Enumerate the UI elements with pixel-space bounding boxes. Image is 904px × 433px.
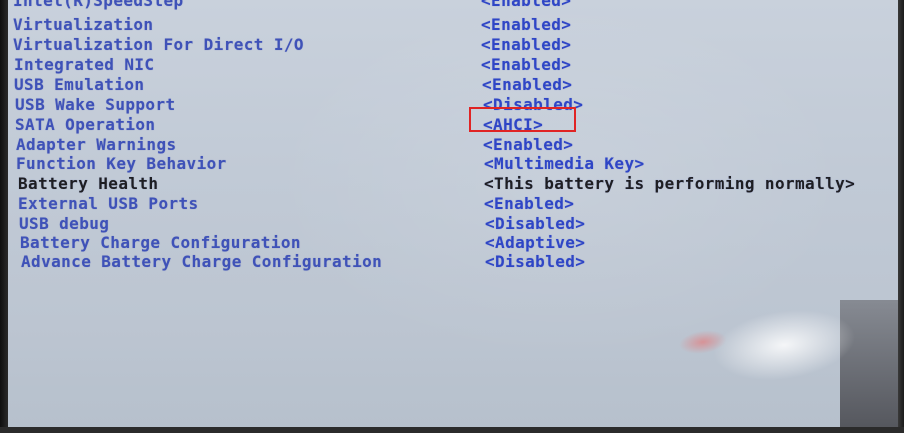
setting-row-battery-charge-configuration[interactable]: Battery Charge Configuration <Adaptive> xyxy=(0,233,904,253)
setting-value[interactable]: <Enabled> xyxy=(481,15,571,34)
setting-label: Virtualization For Direct I/O xyxy=(13,35,304,54)
setting-label: USB debug xyxy=(19,214,110,233)
setting-value[interactable]: <Enabled> xyxy=(481,35,571,54)
monitor-bezel-right xyxy=(898,0,904,433)
setting-label: Intel(R)SpeedStep xyxy=(13,0,184,10)
monitor-bezel-bottom xyxy=(0,427,904,433)
setting-row-usb-debug[interactable]: USB debug <Disabled> xyxy=(0,214,904,234)
setting-label: Function Key Behavior xyxy=(16,154,227,173)
setting-value[interactable]: <Adaptive> xyxy=(485,233,585,252)
setting-value[interactable]: <Enabled> xyxy=(484,194,574,213)
setting-row-function-key-behavior[interactable]: Function Key Behavior <Multimedia Key> xyxy=(0,154,904,174)
setting-value[interactable]: <Enabled> xyxy=(483,135,573,154)
bios-screen: Intel(R)SpeedStep <Enabled> Virtualizati… xyxy=(0,0,904,433)
setting-row-usb-emulation[interactable]: USB Emulation <Enabled> xyxy=(0,75,904,95)
setting-label: Virtualization xyxy=(13,15,154,34)
setting-row-virtualization[interactable]: Virtualization <Enabled> xyxy=(0,15,904,35)
setting-row-battery-health[interactable]: Battery Health <This battery is performi… xyxy=(0,174,904,194)
setting-value[interactable]: <Enabled> xyxy=(482,75,572,94)
setting-row-virtualization-direct-io[interactable]: Virtualization For Direct I/O <Enabled> xyxy=(0,35,904,55)
setting-label: Integrated NIC xyxy=(14,55,155,74)
setting-value[interactable]: <Disabled> xyxy=(485,214,585,233)
setting-value[interactable]: <Disabled> xyxy=(483,95,583,114)
setting-row-adapter-warnings[interactable]: Adapter Warnings <Enabled> xyxy=(0,135,904,155)
setting-label: USB Emulation xyxy=(14,75,145,94)
setting-value[interactable]: <Multimedia Key> xyxy=(484,154,645,173)
setting-label: Advance Battery Charge Configuration xyxy=(21,252,383,271)
setting-row-usb-wake-support[interactable]: USB Wake Support <Disabled> xyxy=(0,95,904,115)
setting-value[interactable]: <Disabled> xyxy=(485,252,585,271)
setting-label: Battery Charge Configuration xyxy=(20,233,301,252)
setting-value[interactable]: <Enabled> xyxy=(481,55,571,74)
setting-label: SATA Operation xyxy=(15,115,156,134)
setting-label: Battery Health xyxy=(18,174,159,193)
setting-value[interactable]: <Enabled> xyxy=(481,0,571,10)
monitor-bezel-left xyxy=(0,0,8,433)
setting-label: Adapter Warnings xyxy=(16,135,177,154)
setting-row-advance-battery-charge-configuration[interactable]: Advance Battery Charge Configuration <Di… xyxy=(0,252,904,272)
setting-row-speedstep[interactable]: Intel(R)SpeedStep <Enabled> xyxy=(0,0,904,11)
setting-value[interactable]: <AHCI> xyxy=(483,115,543,134)
setting-row-sata-operation[interactable]: SATA Operation <AHCI> xyxy=(0,115,904,135)
setting-value: <This battery is performing normally> xyxy=(484,174,856,193)
screen-glare xyxy=(659,291,871,414)
setting-row-integrated-nic[interactable]: Integrated NIC <Enabled> xyxy=(0,55,904,75)
setting-row-external-usb-ports[interactable]: External USB Ports <Enabled> xyxy=(0,194,904,214)
setting-label: External USB Ports xyxy=(18,194,199,213)
setting-label: USB Wake Support xyxy=(15,95,176,114)
